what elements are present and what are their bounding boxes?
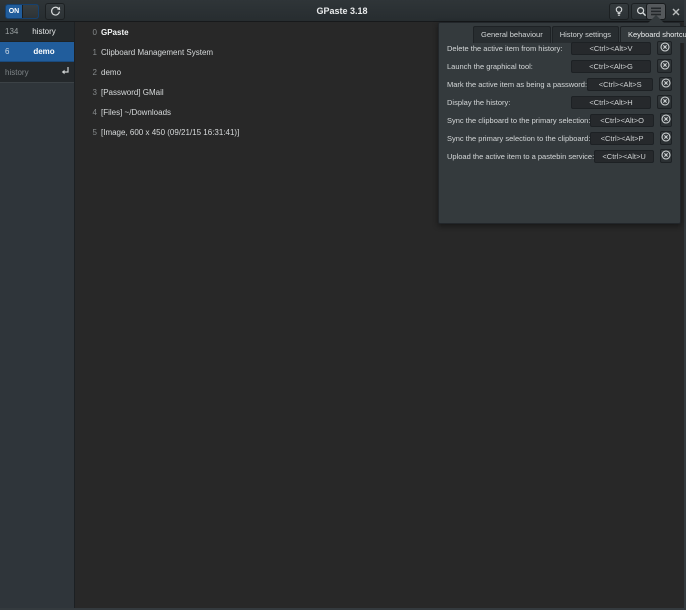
shortcut-label: Sync the clipboard to the primary select… bbox=[447, 116, 590, 125]
clear-shortcut-icon bbox=[660, 39, 670, 57]
shortcut-value-field[interactable]: <Ctrl><Alt>P bbox=[590, 132, 653, 145]
settings-popover: General behaviour History settings Keybo… bbox=[438, 22, 681, 224]
shortcut-value-field[interactable]: <Ctrl><Alt>G bbox=[571, 60, 651, 73]
shortcut-row: Display the history: <Ctrl><Alt>H bbox=[447, 95, 672, 109]
shortcut-row: Upload the active item to a pastebin ser… bbox=[447, 149, 672, 163]
item-text: [Image, 600 x 450 (09/21/15 16:31:41)] bbox=[101, 128, 239, 137]
item-text: Clipboard Management System bbox=[101, 48, 213, 57]
refresh-icon bbox=[50, 6, 61, 17]
shortcut-label: Delete the active item from history: bbox=[447, 44, 571, 53]
close-icon bbox=[672, 8, 680, 16]
clear-shortcut-icon bbox=[661, 129, 671, 147]
shortcut-value-field[interactable]: <Ctrl><Alt>H bbox=[571, 96, 651, 109]
clear-shortcut-button[interactable] bbox=[657, 59, 672, 73]
clear-shortcut-button[interactable] bbox=[660, 113, 672, 127]
switch-on-label: ON bbox=[6, 5, 22, 18]
popover-arrow bbox=[648, 15, 664, 23]
item-text: [Password] GMail bbox=[101, 88, 164, 97]
history-count: 6 bbox=[0, 47, 20, 56]
item-index: 1 bbox=[88, 48, 97, 57]
shortcut-value-field[interactable]: <Ctrl><Alt>S bbox=[587, 78, 653, 91]
shortcut-row: Mark the active item as being a password… bbox=[447, 77, 672, 91]
clear-shortcut-button[interactable] bbox=[660, 149, 672, 163]
shortcut-row: Sync the primary selection to the clipbo… bbox=[447, 131, 672, 145]
shortcut-row: Launch the graphical tool: <Ctrl><Alt>G bbox=[447, 59, 672, 73]
tracking-switch[interactable]: ON bbox=[5, 4, 39, 19]
history-name: history bbox=[20, 27, 74, 36]
switch-knob bbox=[22, 5, 38, 18]
headerbar: GPaste 3.18 ON bbox=[0, 0, 684, 22]
sidebar-item-history[interactable]: 134 history bbox=[0, 22, 74, 42]
gpaste-window: GPaste 3.18 ON bbox=[0, 0, 686, 610]
item-index: 5 bbox=[88, 128, 97, 137]
clear-shortcut-button[interactable] bbox=[660, 131, 672, 145]
about-button[interactable] bbox=[609, 3, 629, 20]
enter-arrow-icon[interactable] bbox=[61, 63, 70, 81]
close-button[interactable] bbox=[668, 3, 684, 20]
item-text: demo bbox=[101, 68, 121, 77]
shortcut-label: Upload the active item to a pastebin ser… bbox=[447, 152, 594, 161]
shortcut-row: Sync the clipboard to the primary select… bbox=[447, 113, 672, 127]
shortcut-label: Display the history: bbox=[447, 98, 571, 107]
item-index: 2 bbox=[88, 68, 97, 77]
shortcut-value-field[interactable]: <Ctrl><Alt>U bbox=[594, 150, 654, 163]
clear-shortcut-icon bbox=[661, 147, 671, 165]
window-title: GPaste 3.18 bbox=[0, 0, 684, 22]
lightbulb-icon bbox=[614, 6, 624, 17]
item-index: 0 bbox=[88, 28, 97, 37]
shortcut-label: Mark the active item as being a password… bbox=[447, 80, 587, 89]
item-index: 4 bbox=[88, 108, 97, 117]
history-sidebar: 134 history 6 demo bbox=[0, 22, 75, 608]
clear-shortcut-icon bbox=[661, 75, 671, 93]
clear-shortcut-icon bbox=[660, 57, 670, 75]
clear-shortcut-button[interactable] bbox=[657, 41, 672, 55]
clear-shortcut-icon bbox=[660, 93, 670, 111]
history-count: 134 bbox=[0, 27, 20, 36]
history-name: demo bbox=[20, 47, 74, 56]
sidebar-item-demo[interactable]: 6 demo bbox=[0, 42, 74, 62]
shortcut-row: Delete the active item from history: <Ct… bbox=[447, 41, 672, 55]
item-text: [Files] ~/Downloads bbox=[101, 108, 171, 117]
search-icon bbox=[636, 6, 647, 17]
new-history-input[interactable] bbox=[5, 68, 61, 77]
shortcut-value-field[interactable]: <Ctrl><Alt>O bbox=[590, 114, 653, 127]
clear-shortcut-icon bbox=[661, 111, 671, 129]
refresh-button[interactable] bbox=[45, 3, 65, 20]
clear-shortcut-button[interactable] bbox=[657, 95, 672, 109]
item-index: 3 bbox=[88, 88, 97, 97]
shortcut-label: Launch the graphical tool: bbox=[447, 62, 571, 71]
shortcut-value-field[interactable]: <Ctrl><Alt>V bbox=[571, 42, 651, 55]
shortcut-label: Sync the primary selection to the clipbo… bbox=[447, 134, 590, 143]
new-history-entry-row bbox=[0, 62, 74, 83]
clear-shortcut-button[interactable] bbox=[659, 77, 672, 91]
item-text: GPaste bbox=[101, 28, 129, 37]
